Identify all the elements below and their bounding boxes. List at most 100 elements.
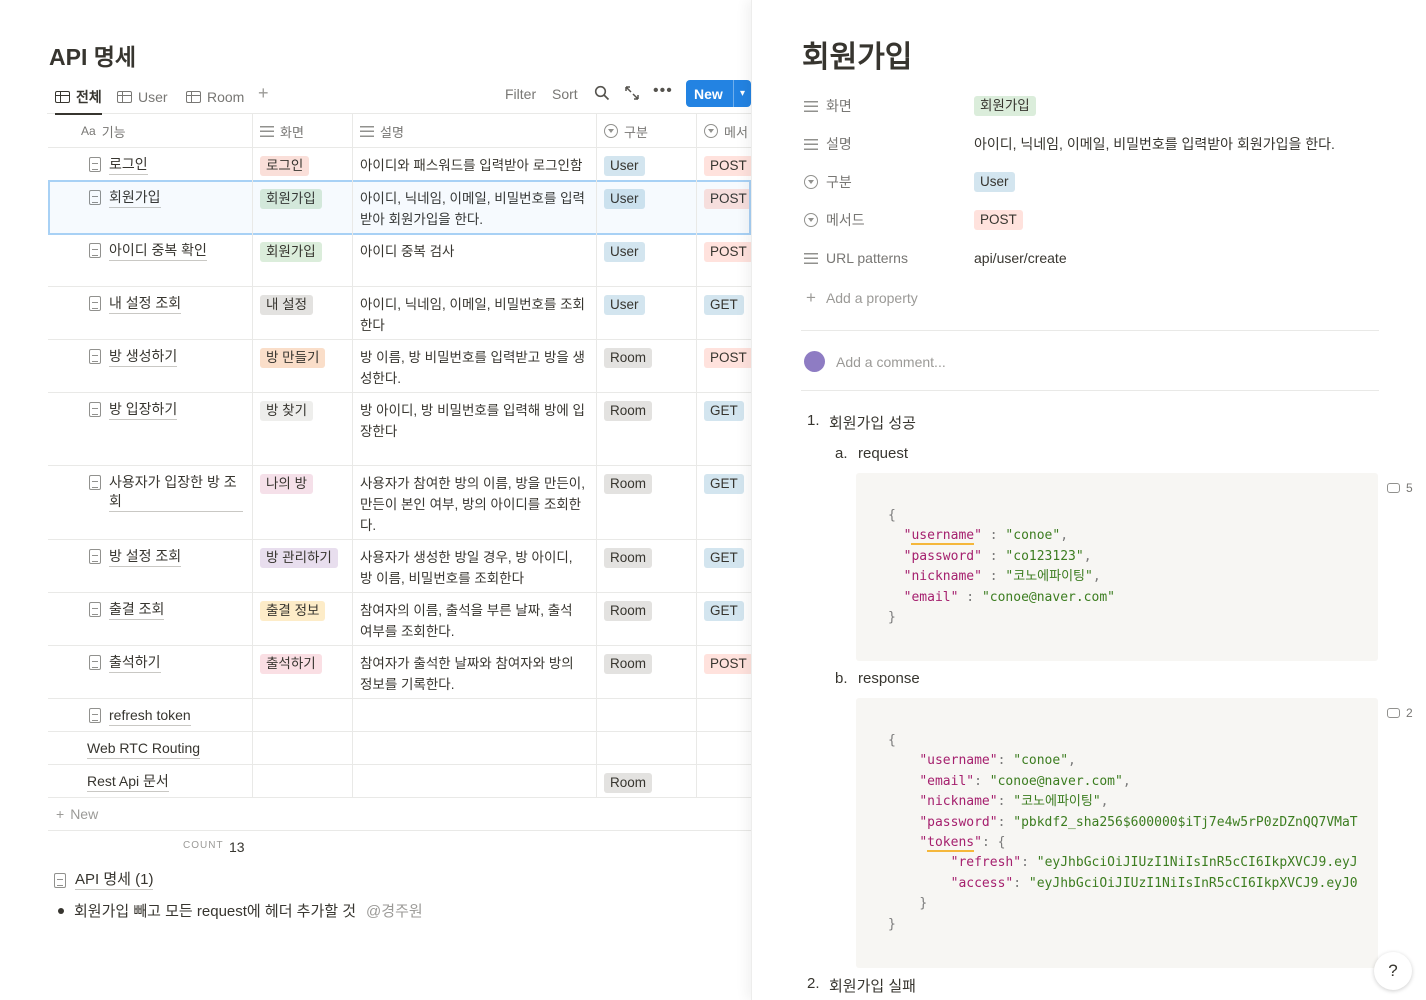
cell-description[interactable]: 아이디와 패스워드를 입력받아 로그인함 [352, 148, 596, 183]
add-property-button[interactable]: + Add a property [806, 288, 918, 308]
property-row[interactable]: 메서드 POST [804, 206, 1404, 234]
property-name[interactable]: 구분 [804, 172, 974, 192]
tab-all[interactable]: 전체 [55, 85, 102, 115]
cell-method[interactable]: GET [696, 540, 751, 575]
column-header-type[interactable]: 구분 [596, 114, 648, 148]
cell-description[interactable]: 방 아이디, 방 비밀번호를 입력해 방에 입장한다 [352, 393, 596, 449]
search-icon[interactable] [594, 85, 610, 104]
table-row[interactable]: Web RTC Routing [48, 732, 751, 765]
cell-type[interactable]: User [596, 234, 696, 269]
cell-method[interactable]: GET [696, 287, 751, 322]
cell-type[interactable] [596, 699, 696, 713]
table-row[interactable]: Rest Api 문서 Room [48, 765, 751, 798]
comment-input[interactable]: Add a comment... [836, 354, 946, 370]
table-row[interactable]: 출석하기 출석하기 참여자가 출석한 날짜와 참여자와 방의 정보를 기록한다. Ro… [48, 646, 751, 699]
cell-screen[interactable] [252, 765, 352, 779]
cell-name[interactable]: 아이디 중복 확인 [81, 234, 251, 268]
cell-method[interactable]: POST [696, 148, 751, 183]
cell-name[interactable]: 내 설정 조회 [81, 287, 251, 321]
table-row[interactable]: refresh token [48, 699, 751, 732]
cell-description[interactable]: 사용자가 생성한 방일 경우, 방 아이디, 방 이름, 비밀번호를 조회한다 [352, 540, 596, 596]
property-name[interactable]: 화면 [804, 96, 974, 116]
cell-method[interactable]: POST [696, 234, 751, 269]
expand-icon[interactable] [624, 85, 640, 104]
property-value[interactable]: POST [974, 210, 1023, 230]
cell-screen[interactable]: 방 관리하기 [252, 540, 352, 575]
cell-method[interactable] [696, 765, 751, 779]
cell-type[interactable]: User [596, 148, 696, 183]
cell-method[interactable] [696, 732, 751, 746]
property-value[interactable]: 회원가입 [974, 96, 1036, 116]
request-code-block[interactable]: { "username" : "conoe", "password" : "co… [856, 473, 1378, 661]
table-row[interactable]: 로그인 로그인 아이디와 패스워드를 입력받아 로그인함 User POST [48, 148, 751, 181]
chevron-down-icon[interactable]: ▾ [733, 80, 751, 107]
request-comment-count[interactable]: 5 [1387, 481, 1413, 495]
cell-type[interactable]: Room [596, 540, 696, 575]
response-comment-count[interactable]: 2 [1387, 706, 1413, 720]
cell-description[interactable] [352, 699, 596, 713]
cell-method[interactable]: GET [696, 393, 751, 428]
cell-type[interactable]: User [596, 287, 696, 322]
cell-name[interactable]: 로그인 [81, 148, 251, 182]
response-code-block[interactable]: { "username": "conoe", "email": "conoe@n… [856, 698, 1378, 968]
cell-screen[interactable]: 로그인 [252, 148, 352, 183]
cell-name[interactable]: 사용자가 입장한 방 조회 [81, 466, 251, 519]
cell-screen[interactable]: 방 만들기 [252, 340, 352, 375]
cell-name[interactable]: 방 설정 조회 [81, 540, 251, 574]
property-name[interactable]: 설명 [804, 134, 974, 154]
tab-user[interactable]: User [117, 85, 168, 109]
cell-screen[interactable]: 출석하기 [252, 646, 352, 681]
cell-description[interactable]: 참여자의 이름, 출석을 부른 날짜, 출석 여부를 조회한다. [352, 593, 596, 649]
cell-name[interactable]: 방 입장하기 [81, 393, 251, 427]
add-view-plus-icon[interactable]: + [258, 83, 269, 104]
table-row[interactable]: 회원가입 회원가입 아이디, 닉네임, 이메일, 비밀번호를 입력받아 회원가입을 … [48, 181, 751, 234]
column-header-name[interactable]: Aa 기능 [73, 114, 126, 148]
help-button[interactable]: ? [1374, 952, 1412, 990]
column-header-method[interactable]: 메서 [696, 114, 748, 148]
cell-name[interactable]: 방 생성하기 [81, 340, 251, 374]
cell-type[interactable] [596, 732, 696, 746]
table-row[interactable]: 출결 조회 출결 정보 참여자의 이름, 출석을 부른 날짜, 출석 여부를 조회한… [48, 593, 751, 646]
cell-screen[interactable]: 회원가입 [252, 234, 352, 269]
table-row[interactable]: 방 입장하기 방 찾기 방 아이디, 방 비밀번호를 입력해 방에 입장한다 Room… [48, 393, 751, 466]
cell-name[interactable]: 출석하기 [81, 646, 251, 680]
filter-button[interactable]: Filter [505, 86, 536, 102]
cell-type[interactable]: Room [596, 466, 696, 501]
cell-description[interactable]: 아이디 중복 검사 [352, 234, 596, 269]
cell-name[interactable]: refresh token [81, 699, 251, 733]
cell-description[interactable]: 사용자가 참여한 방의 이름, 방을 만든이, 만든이 본인 여부, 방의 아이… [352, 466, 596, 543]
cell-screen[interactable]: 내 설정 [252, 287, 352, 322]
property-row[interactable]: 화면 회원가입 [804, 92, 1404, 120]
cell-description[interactable]: 아이디, 닉네임, 이메일, 비밀번호를 조회한다 [352, 287, 596, 343]
cell-screen[interactable]: 나의 방 [252, 466, 352, 501]
cell-type[interactable]: Room [596, 593, 696, 628]
new-button[interactable]: New ▾ [686, 80, 751, 107]
column-header-desc[interactable]: 설명 [352, 114, 404, 148]
cell-type[interactable]: Room [596, 765, 696, 800]
property-name[interactable]: URL patterns [804, 250, 974, 266]
cell-type[interactable]: User [596, 181, 696, 216]
more-icon[interactable]: ••• [653, 82, 673, 100]
linked-page[interactable]: API 명세 (1) [54, 868, 154, 890]
property-name[interactable]: 메서드 [804, 210, 974, 230]
cell-method[interactable]: POST [696, 181, 751, 216]
add-row-button[interactable]: + New [56, 806, 98, 822]
sort-button[interactable]: Sort [552, 86, 578, 102]
property-row[interactable]: URL patterns api/user/create [804, 244, 1404, 272]
cell-screen[interactable] [252, 699, 352, 713]
property-value[interactable]: User [974, 172, 1015, 192]
cell-type[interactable]: Room [596, 393, 696, 428]
property-row[interactable]: 설명 아이디, 닉네임, 이메일, 비밀번호를 입력받아 회원가입을 한다. [804, 130, 1404, 158]
cell-method[interactable]: POST [696, 646, 751, 681]
cell-method[interactable] [696, 699, 751, 713]
cell-description[interactable]: 아이디, 닉네임, 이메일, 비밀번호를 입력받아 회원가입을 한다. [352, 181, 596, 237]
cell-method[interactable]: GET [696, 466, 751, 501]
user-mention[interactable]: @경주원 [366, 900, 423, 921]
table-row[interactable]: 아이디 중복 확인 회원가입 아이디 중복 검사 User POST [48, 234, 751, 287]
cell-description[interactable] [352, 765, 596, 779]
cell-type[interactable]: Room [596, 340, 696, 375]
column-header-screen[interactable]: 화면 [252, 114, 304, 148]
cell-description[interactable] [352, 732, 596, 746]
cell-name[interactable]: 회원가입 [81, 181, 251, 215]
table-row[interactable]: 내 설정 조회 내 설정 아이디, 닉네임, 이메일, 비밀번호를 조회한다 User… [48, 287, 751, 340]
